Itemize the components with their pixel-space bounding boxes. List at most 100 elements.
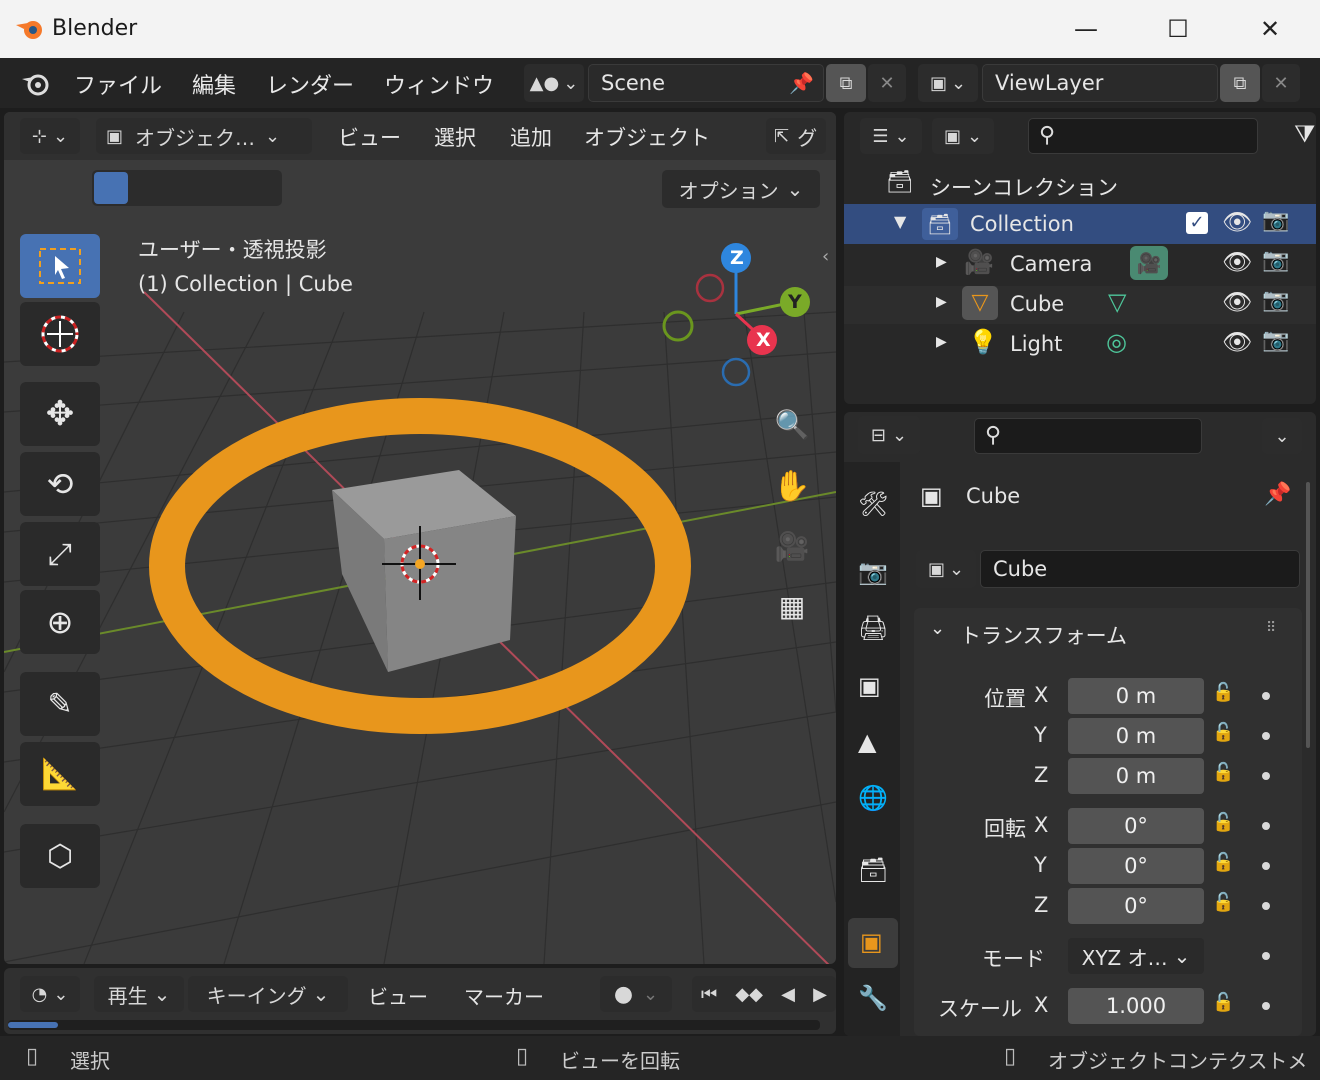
filter-icon[interactable]: ⧩ — [1294, 120, 1315, 148]
menu-view[interactable]: ビュー — [338, 122, 401, 152]
gizmo-neg-y-axis[interactable] — [662, 310, 694, 342]
outliner-filter-view-layer-button[interactable]: ▣ ⌄ — [932, 118, 994, 154]
keyframe-dot-icon[interactable] — [1262, 732, 1270, 740]
tool-measure[interactable]: 📐 — [20, 742, 100, 806]
outliner-search-input[interactable]: ⚲ — [1028, 118, 1258, 154]
scene-name-field[interactable]: Scene 📌 — [588, 64, 824, 102]
menu-edit[interactable]: 編集 — [192, 68, 236, 100]
collapse-sidebar-icon[interactable]: ‹ — [822, 246, 829, 267]
properties-editor-type-button[interactable]: ⊟ ⌄ — [858, 416, 920, 454]
auto-keying-button[interactable]: ● ⌄ — [600, 976, 672, 1012]
menu-select[interactable]: 選択 — [434, 122, 476, 152]
view-layer-selector-button[interactable]: ▣ ⌄ — [918, 64, 978, 102]
play-reverse-icon[interactable]: ◀ — [781, 984, 795, 1005]
select-subtract-button[interactable] — [170, 172, 204, 204]
gizmo-neg-z-axis[interactable] — [721, 357, 751, 387]
location-z-field[interactable]: 0 m — [1068, 758, 1204, 794]
outliner-row-light[interactable]: ▶ 💡 Light ◎ 👁 📷 — [844, 326, 1316, 364]
delete-view-layer-button[interactable]: ✕ — [1262, 64, 1300, 102]
keyframe-dot-icon[interactable] — [1262, 1002, 1270, 1010]
render-camera-icon[interactable]: 📷 — [1262, 288, 1289, 313]
maximize-button[interactable]: ☐ — [1132, 0, 1224, 58]
eye-icon[interactable]: 👁 — [1222, 248, 1252, 276]
keyframe-dot-icon[interactable] — [1262, 822, 1270, 830]
menu-file[interactable]: ファイル — [74, 68, 162, 100]
outliner-row-collection[interactable]: ▼ 🗃 Collection ✓ 👁 📷 — [844, 204, 1316, 244]
view-layer-name-field[interactable]: ViewLayer — [982, 64, 1218, 102]
new-view-layer-button[interactable]: ⧉ — [1220, 64, 1260, 102]
eye-icon[interactable]: 👁 — [1222, 208, 1252, 236]
select-extend-button[interactable] — [132, 172, 166, 204]
mode-selector[interactable]: ▣ オブジェク… ⌄ — [96, 118, 312, 154]
camera-data-icon[interactable]: 🎥 — [1130, 246, 1168, 280]
disclosure-closed-icon[interactable]: ▶ — [936, 334, 947, 350]
keyframe-dot-icon[interactable] — [1262, 772, 1270, 780]
rotation-y-field[interactable]: 0° — [1068, 848, 1204, 884]
tool-move[interactable]: ✥ — [20, 382, 100, 446]
view-layer-tab-icon[interactable]: ▣ — [858, 672, 881, 700]
lock-icon[interactable]: 🔓 — [1212, 722, 1234, 743]
delete-scene-button[interactable]: ✕ — [868, 64, 906, 102]
mesh-data-icon[interactable]: ▽ — [1108, 288, 1126, 316]
disclosure-open-icon[interactable]: ▼ — [894, 212, 906, 231]
rotation-mode-dropdown[interactable]: XYZ オ… ⌄ — [1068, 938, 1204, 974]
object-datablock-selector[interactable]: ▣ ⌄ — [916, 550, 976, 588]
lock-icon[interactable]: 🔓 — [1212, 812, 1234, 833]
keyframe-dot-icon[interactable] — [1262, 692, 1270, 700]
tool-add-cube[interactable]: ⬡ — [20, 824, 100, 888]
output-tab-icon[interactable]: 🖨 — [858, 614, 888, 642]
lock-icon[interactable]: 🔓 — [1212, 892, 1234, 913]
editor-type-button[interactable]: ⊹ ⌄ — [20, 118, 80, 154]
collection-tab-icon[interactable]: 🗃 — [858, 856, 888, 884]
eye-icon[interactable]: 👁 — [1222, 288, 1252, 316]
jump-start-icon[interactable]: ⏮ — [701, 984, 717, 1005]
disclosure-closed-icon[interactable]: ▶ — [936, 254, 947, 270]
lock-icon[interactable]: 🔓 — [1212, 852, 1234, 873]
transform-panel-title[interactable]: トランスフォーム — [960, 620, 1127, 650]
minimize-button[interactable]: — — [1040, 0, 1132, 58]
tool-transform[interactable]: ⊕ — [20, 590, 100, 654]
outliner-row-cube[interactable]: ▶ ▽ Cube ▽ 👁 📷 — [844, 286, 1316, 324]
gizmo-neg-x-axis[interactable] — [695, 273, 725, 303]
timeline-editor-type-button[interactable]: ◔ ⌄ — [20, 976, 80, 1012]
object-tab[interactable]: ▣ — [848, 918, 898, 968]
render-camera-icon[interactable]: 📷 — [1262, 208, 1289, 233]
tool-scale[interactable]: ⤢ — [20, 522, 100, 586]
pin-icon[interactable]: 📌 — [789, 71, 814, 95]
scene-tab-icon[interactable]: ▲ — [858, 728, 876, 756]
timeline-menu-marker[interactable]: マーカー — [464, 981, 544, 1010]
tool-annotate[interactable]: ✎ — [20, 672, 100, 736]
transform-orientation-button[interactable]: ⇱ グ — [766, 118, 826, 154]
keyframe-dot-icon[interactable] — [1262, 952, 1270, 960]
render-tab-icon[interactable]: 📷 — [858, 558, 888, 586]
keyframe-dot-icon[interactable] — [1262, 862, 1270, 870]
outliner-row-camera[interactable]: ▶ 🎥 Camera 🎥 👁 📷 — [844, 246, 1316, 284]
location-y-field[interactable]: 0 m — [1068, 718, 1204, 754]
tool-cursor[interactable] — [20, 302, 100, 366]
rotation-z-field[interactable]: 0° — [1068, 888, 1204, 924]
chevron-down-icon[interactable]: ⌄ — [930, 618, 945, 639]
disclosure-closed-icon[interactable]: ▶ — [936, 294, 947, 310]
lock-icon[interactable]: 🔓 — [1212, 762, 1234, 783]
rotation-x-field[interactable]: 0° — [1068, 808, 1204, 844]
lock-icon[interactable]: 🔓 — [1212, 992, 1234, 1013]
scene-selector-button[interactable]: ▲● ⌄ — [524, 64, 584, 102]
keyframe-dot-icon[interactable] — [1262, 902, 1270, 910]
properties-options-button[interactable]: ⌄ — [1262, 418, 1302, 454]
3d-viewport[interactable]: ⊹ ⌄ ▣ オブジェク… ⌄ ビュー 選択 追加 オブジェクト ⇱ グ オプション… — [4, 112, 836, 964]
close-button[interactable]: ✕ — [1224, 0, 1316, 58]
drag-handle-icon[interactable]: ⠿ — [1266, 620, 1276, 636]
tool-select-box[interactable] — [20, 234, 100, 298]
world-tab-icon[interactable]: 🌐 — [858, 784, 888, 812]
eye-icon[interactable]: 👁 — [1222, 328, 1252, 356]
location-x-field[interactable]: 0 m — [1068, 678, 1204, 714]
menu-add[interactable]: 追加 — [510, 122, 552, 152]
render-camera-icon[interactable]: 📷 — [1262, 248, 1289, 273]
scene-collection-label[interactable]: シーンコレクション — [930, 172, 1118, 202]
properties-scrollbar[interactable] — [1306, 482, 1310, 748]
exclude-checkbox[interactable]: ✓ — [1186, 212, 1208, 234]
options-dropdown[interactable]: オプション ⌄ — [662, 170, 820, 208]
timeline-scrubber[interactable] — [8, 1020, 820, 1030]
pin-icon[interactable]: 📌 — [1264, 482, 1291, 507]
object-name-field[interactable]: Cube — [980, 550, 1300, 588]
